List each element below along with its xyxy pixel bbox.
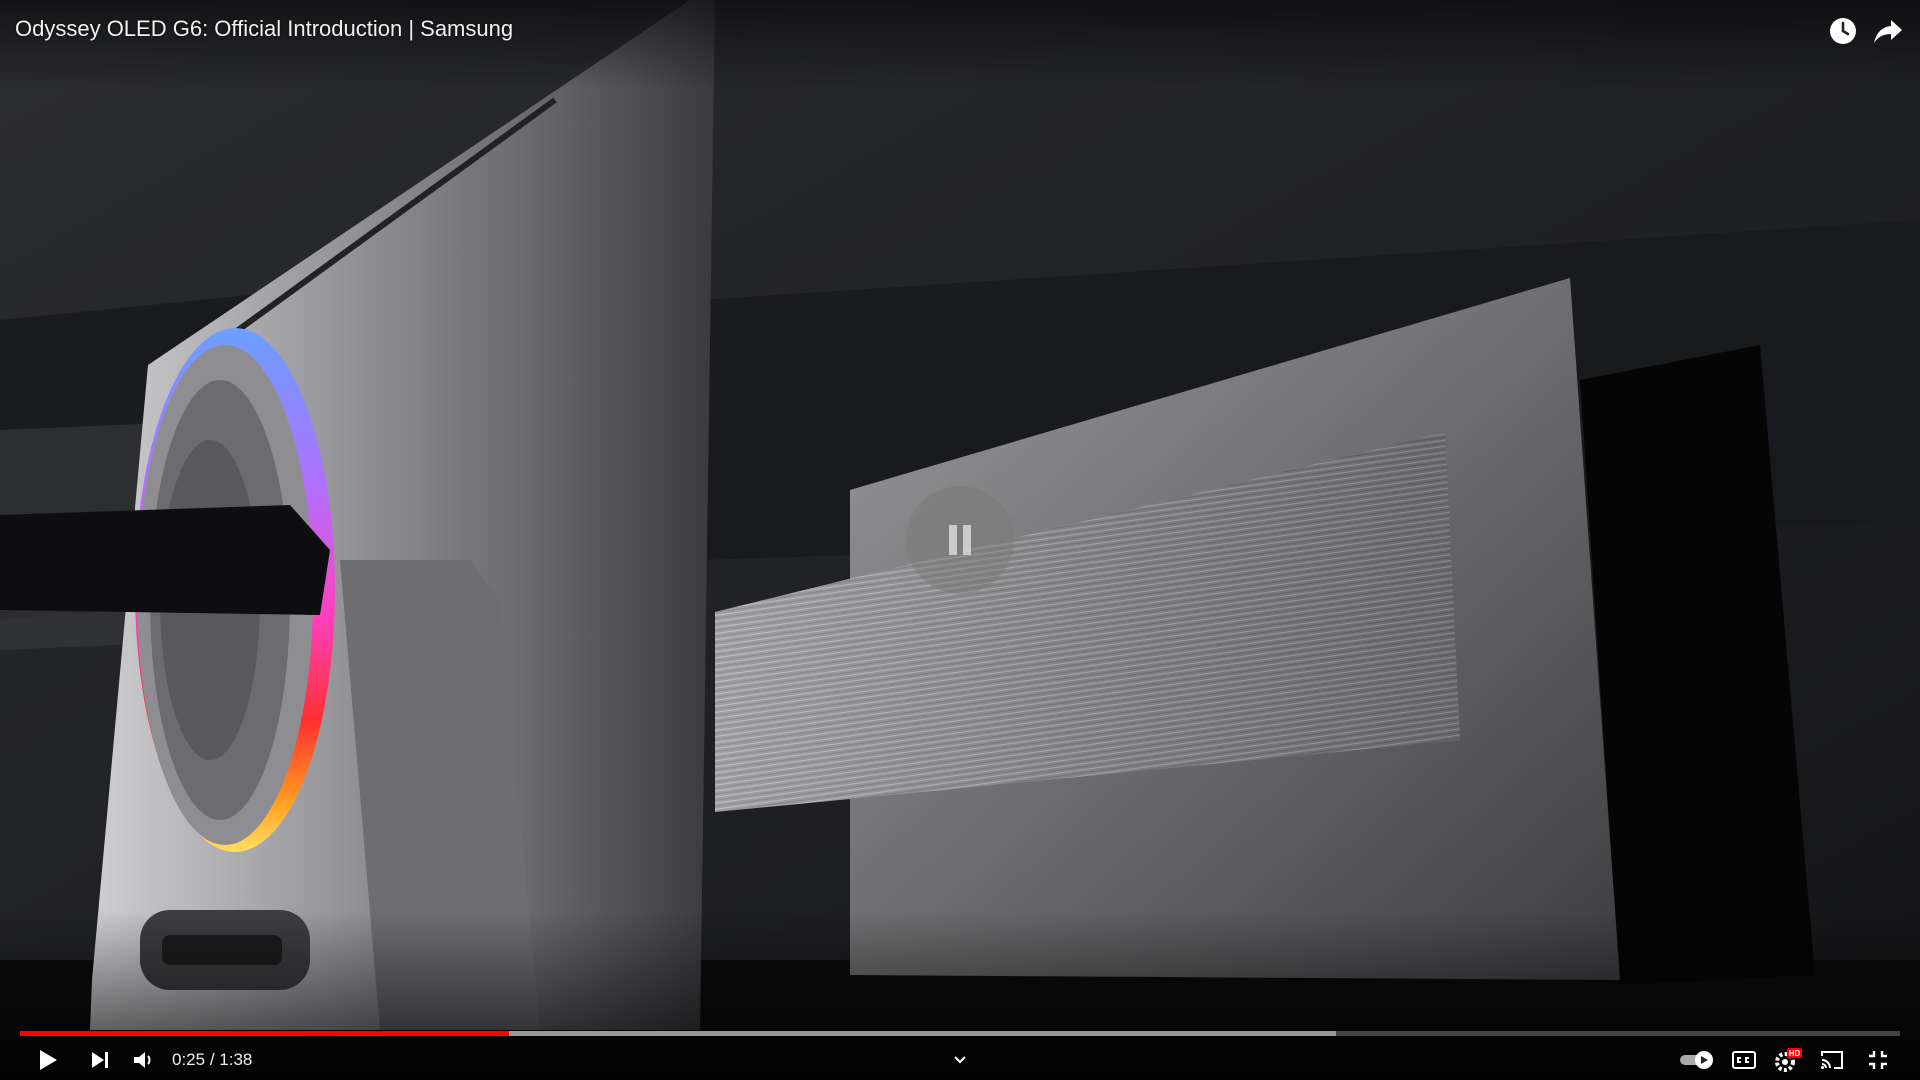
next-icon: [92, 1052, 108, 1068]
settings-icon: HD: [1775, 1048, 1802, 1072]
time-separator: /: [205, 1050, 220, 1069]
center-pause-indicator: [906, 486, 1014, 594]
time-display: 0:25 / 1:38: [172, 1050, 252, 1070]
volume-icon: [134, 1052, 151, 1068]
video-player[interactable]: Odyssey OLED G6: Official Introduction |…: [0, 0, 1920, 1080]
chevron-down-icon: [954, 1056, 966, 1064]
exit-fullscreen-icon: [1869, 1051, 1887, 1069]
watch-later-icon[interactable]: [1826, 14, 1860, 48]
subtitles-button[interactable]: [1722, 1040, 1766, 1080]
pause-icon: [949, 525, 971, 555]
autoplay-toggle-icon: [1680, 1051, 1713, 1069]
duration: 1:38: [219, 1050, 253, 1069]
autoplay-toggle[interactable]: [1672, 1040, 1722, 1080]
settings-badge: HD: [1789, 1049, 1801, 1058]
exit-fullscreen-button[interactable]: [1856, 1040, 1900, 1080]
progress-played: [20, 1031, 509, 1036]
expand-chapters-button[interactable]: [938, 1040, 982, 1080]
cast-icon: [1821, 1051, 1843, 1069]
current-time: 0:25: [172, 1050, 206, 1069]
volume-button[interactable]: [122, 1040, 166, 1080]
share-icon[interactable]: [1871, 14, 1905, 48]
play-icon: [40, 1050, 57, 1070]
settings-button[interactable]: HD: [1766, 1040, 1810, 1080]
next-button[interactable]: [78, 1040, 122, 1080]
progress-bar[interactable]: [20, 1031, 1900, 1036]
cast-button[interactable]: [1810, 1040, 1854, 1080]
video-title[interactable]: Odyssey OLED G6: Official Introduction |…: [15, 14, 513, 44]
play-button[interactable]: [26, 1040, 70, 1080]
subtitles-icon: [1732, 1051, 1756, 1069]
control-bar: 0:25 / 1:38 HD: [0, 1040, 1920, 1080]
